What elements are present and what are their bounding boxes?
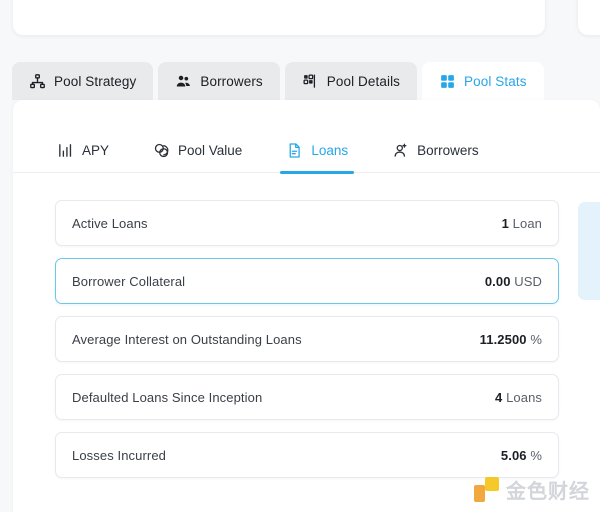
tab-label: Borrowers <box>200 74 262 89</box>
tab-pool-strategy[interactable]: Pool Strategy <box>12 62 153 100</box>
stat-row[interactable]: Average Interest on Outstanding Loans 11.… <box>55 316 559 362</box>
tab-label: Pool Strategy <box>54 74 136 89</box>
stat-value-number: 1 <box>502 216 509 231</box>
subtab-label: Borrowers <box>417 143 479 158</box>
stat-label: Defaulted Loans Since Inception <box>72 390 262 405</box>
stat-label: Average Interest on Outstanding Loans <box>72 332 302 347</box>
pool-stats-sub-tabs: APY Pool Value Loans Borrowers <box>13 128 600 173</box>
bar-chart-icon <box>57 142 74 159</box>
stat-value-unit: Loan <box>513 216 542 231</box>
coins-icon <box>153 142 170 159</box>
stat-value: 11.2500 % <box>480 332 542 347</box>
tab-borrowers[interactable]: Borrowers <box>158 62 279 100</box>
loan-stats-list: Active Loans 1 Loan Borrower Collateral 0.0… <box>55 200 559 490</box>
stat-value-unit: USD <box>514 274 542 289</box>
org-chart-icon <box>29 73 46 90</box>
stat-value-unit: % <box>530 332 542 347</box>
stat-value-number: 4 <box>495 390 502 405</box>
stat-label: Active Loans <box>72 216 148 231</box>
stat-row[interactable]: Borrower Collateral 0.00 USD <box>55 258 559 304</box>
stat-row[interactable]: Defaulted Loans Since Inception 4 Loans <box>55 374 559 420</box>
stat-value-number: 0.00 <box>485 274 511 289</box>
subtab-label: Pool Value <box>178 143 242 158</box>
checkered-flag-icon <box>302 73 319 90</box>
right-side-panel[interactable] <box>578 202 600 300</box>
stat-value: 5.06 % <box>501 448 542 463</box>
stat-label: Borrower Collateral <box>72 274 185 289</box>
watermark-text: 金色财经 <box>506 475 590 504</box>
stat-value: 4 Loans <box>495 390 542 405</box>
stat-row[interactable]: Active Loans 1 Loan <box>55 200 559 246</box>
stat-value-number: 11.2500 <box>480 332 527 347</box>
stat-value-number: 5.06 <box>501 448 527 463</box>
user-add-icon <box>392 142 409 159</box>
watermark: 金色财经 <box>474 475 590 504</box>
document-icon <box>286 142 303 159</box>
stat-value: 1 Loan <box>502 216 542 231</box>
subtab-label: APY <box>82 143 109 158</box>
jinse-logo-icon <box>474 477 499 502</box>
subtab-pool-value[interactable]: Pool Value <box>153 128 242 173</box>
subtab-label: Loans <box>311 143 348 158</box>
subtab-loans[interactable]: Loans <box>286 128 348 173</box>
pool-stats-card: APY Pool Value Loans Borrowers Active Loans… <box>13 100 600 512</box>
stat-row[interactable]: Losses Incurred 5.06 % <box>55 432 559 478</box>
tab-label: Pool Details <box>327 74 400 89</box>
top-partial-card-right <box>578 0 600 35</box>
stat-value-unit: Loans <box>506 390 542 405</box>
stat-label: Losses Incurred <box>72 448 166 463</box>
stat-value-unit: % <box>530 448 542 463</box>
grid-squares-icon <box>439 73 456 90</box>
pool-tab-strip: Pool Strategy Borrowers Pool Details Pool S… <box>12 62 544 100</box>
top-partial-card-wide <box>13 0 545 35</box>
tab-pool-stats[interactable]: Pool Stats <box>422 62 544 100</box>
tab-label: Pool Stats <box>464 74 527 89</box>
tab-pool-details[interactable]: Pool Details <box>285 62 417 100</box>
users-icon <box>175 73 192 90</box>
subtab-borrowers[interactable]: Borrowers <box>392 128 479 173</box>
subtab-apy[interactable]: APY <box>57 128 109 173</box>
stat-value: 0.00 USD <box>485 274 542 289</box>
app-root: Pool Strategy Borrowers Pool Details Pool S… <box>0 0 600 512</box>
